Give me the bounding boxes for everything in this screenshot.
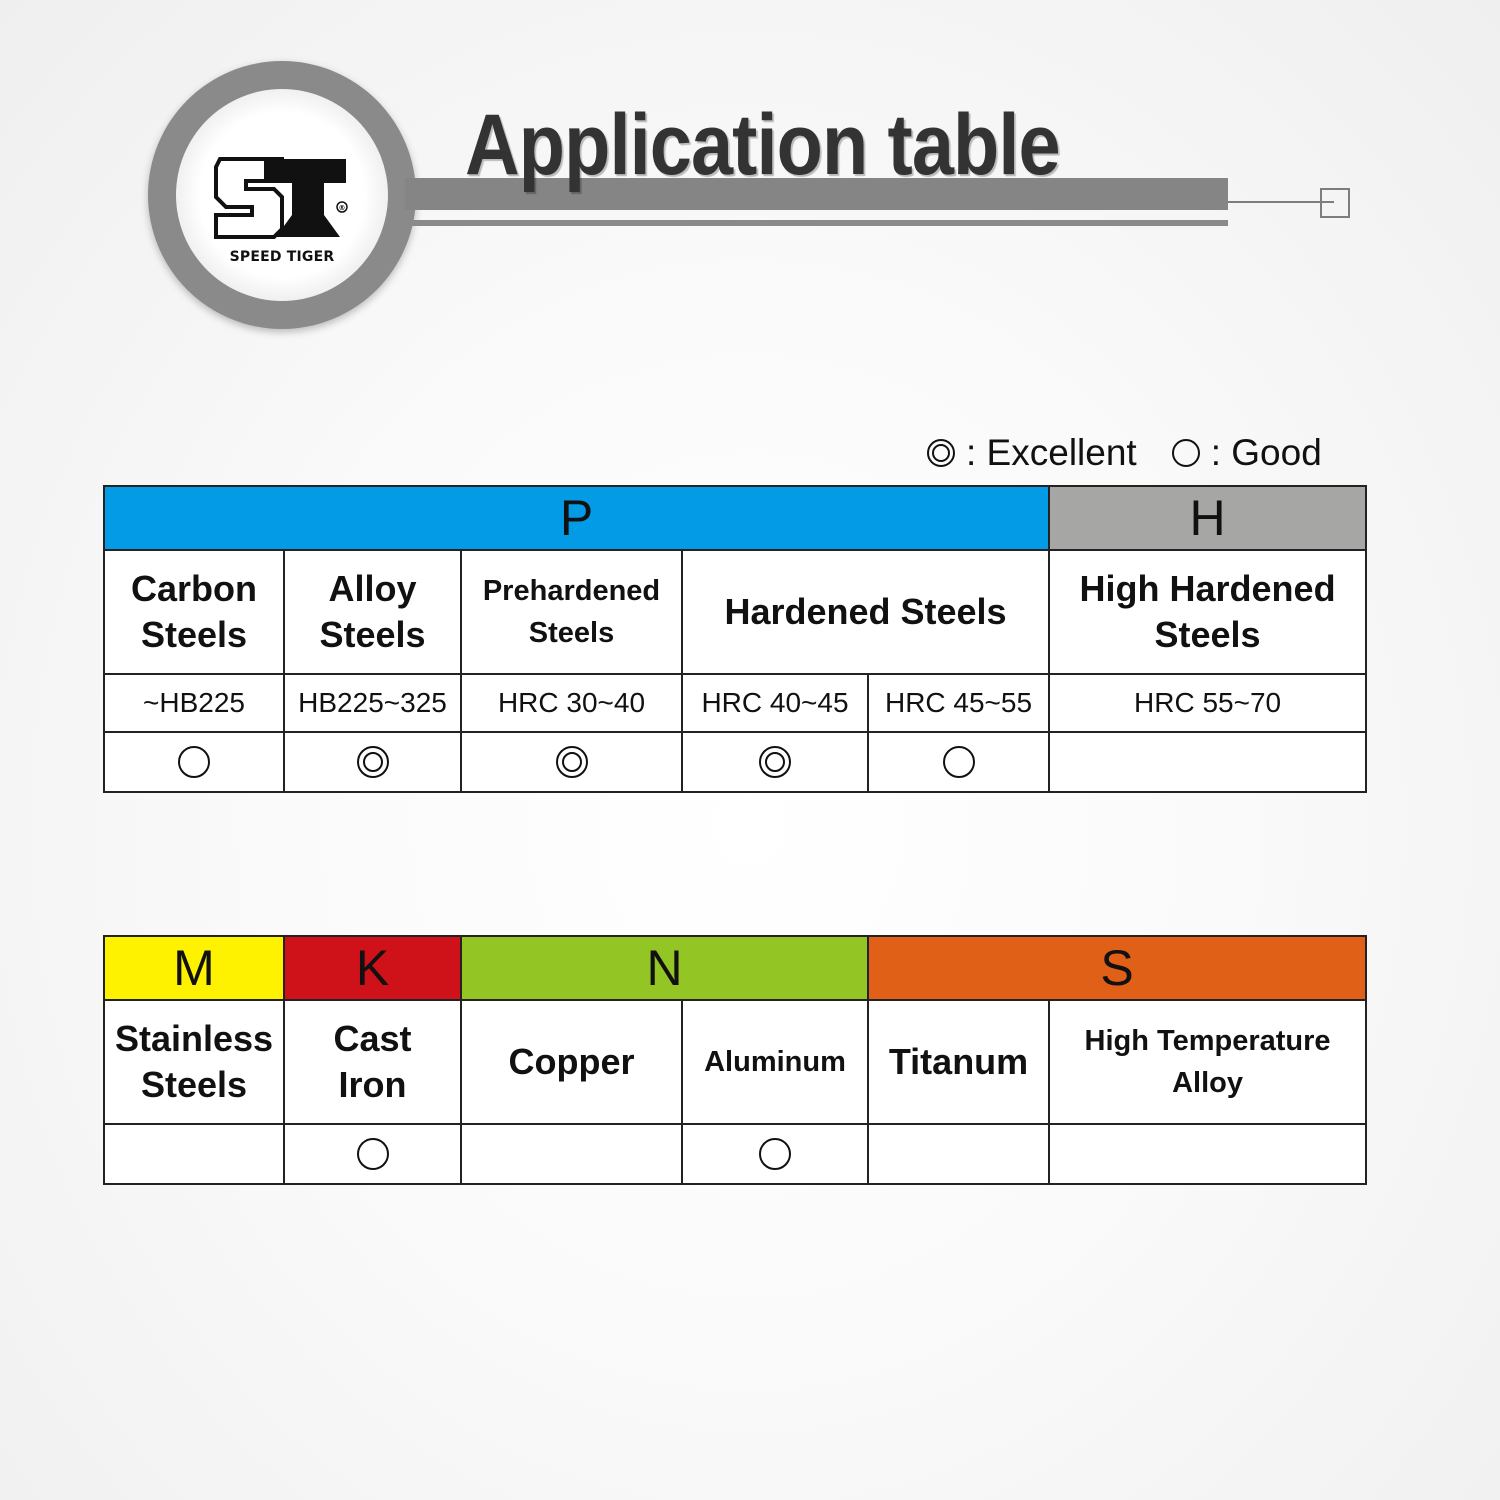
header-underline: [405, 220, 1228, 226]
range-hardened-steels-2: HRC 45~55: [866, 673, 1051, 733]
double-circle-icon: [759, 746, 791, 778]
group-header-n: N: [459, 935, 870, 1001]
logo-badge: ® SPEED TIGER: [176, 89, 388, 301]
rating-carbon-steels: [103, 731, 285, 793]
range-high-hardened-steels: HRC 55~70: [1048, 673, 1368, 733]
speed-tiger-logo-icon: ®: [214, 157, 348, 239]
logo-ring: ® SPEED TIGER: [148, 61, 416, 329]
circle-icon: [356, 1138, 389, 1170]
material-stainless-steels: Stainless Steels: [103, 999, 285, 1125]
legend: : Excellent : Good: [926, 432, 1322, 474]
application-table-top: P H Carbon Steels Alloy Steels Prehardened…: [102, 485, 1368, 793]
rating-high-temperature-alloy: [1048, 1123, 1368, 1185]
material-carbon-steels: Carbon Steels: [103, 549, 285, 675]
material-high-temperature-alloy: High Temperature Alloy: [1048, 999, 1368, 1125]
range-prehardened-steels: HRC 30~40: [460, 673, 683, 733]
group-header-s: S: [867, 935, 1368, 1001]
logo-text: SPEED TIGER: [229, 249, 335, 265]
range-alloy-steels: HB225~325: [283, 673, 462, 733]
application-table-bottom: M K N S Stainless Steels Cast Iron Copper …: [103, 935, 1368, 1185]
material-prehardened-steels: Prehardened Steels: [460, 549, 683, 675]
material-aluminum: Aluminum: [680, 999, 870, 1125]
page-title: Application table: [465, 97, 1061, 193]
material-alloy-steels: Alloy Steels: [283, 549, 462, 675]
double-circle-icon: [356, 746, 389, 778]
circle-icon: [942, 746, 975, 778]
rating-hardened-steels-2: [866, 731, 1051, 793]
group-header-h: H: [1048, 485, 1368, 551]
header-end-box: [1320, 188, 1350, 218]
material-cast-iron: Cast Iron: [283, 999, 462, 1125]
legend-excellent-label: : Excellent: [966, 432, 1137, 473]
rating-high-hardened-steels: [1048, 731, 1368, 793]
double-circle-icon: [555, 746, 588, 778]
header-connector-line: [1228, 201, 1334, 203]
group-header-m: M: [103, 935, 285, 1001]
group-header-p: P: [102, 485, 1051, 551]
circle-icon: [178, 746, 210, 778]
double-circle-icon: [927, 439, 955, 467]
circle-icon: [1171, 439, 1200, 467]
rating-titanum: [867, 1123, 1051, 1185]
material-copper: Copper: [460, 999, 683, 1125]
material-high-hardened-steels: High Hardened Steels: [1048, 549, 1368, 675]
group-header-k: K: [283, 935, 462, 1001]
range-carbon-steels: ~HB225: [103, 673, 285, 733]
rating-copper: [460, 1123, 683, 1185]
rating-hardened-steels-1: [681, 731, 869, 793]
material-titanum: Titanum: [867, 999, 1051, 1125]
rating-stainless-steels: [103, 1123, 285, 1185]
rating-aluminum: [680, 1123, 870, 1185]
material-hardened-steels: Hardened Steels: [680, 549, 1051, 675]
rating-prehardened-steels: [460, 731, 683, 793]
rating-alloy-steels: [283, 731, 462, 793]
circle-icon: [759, 1138, 791, 1170]
registered-mark: ®: [339, 204, 346, 212]
rating-cast-iron: [283, 1123, 462, 1185]
legend-good-label: : Good: [1210, 432, 1322, 473]
range-hardened-steels-1: HRC 40~45: [681, 673, 869, 733]
